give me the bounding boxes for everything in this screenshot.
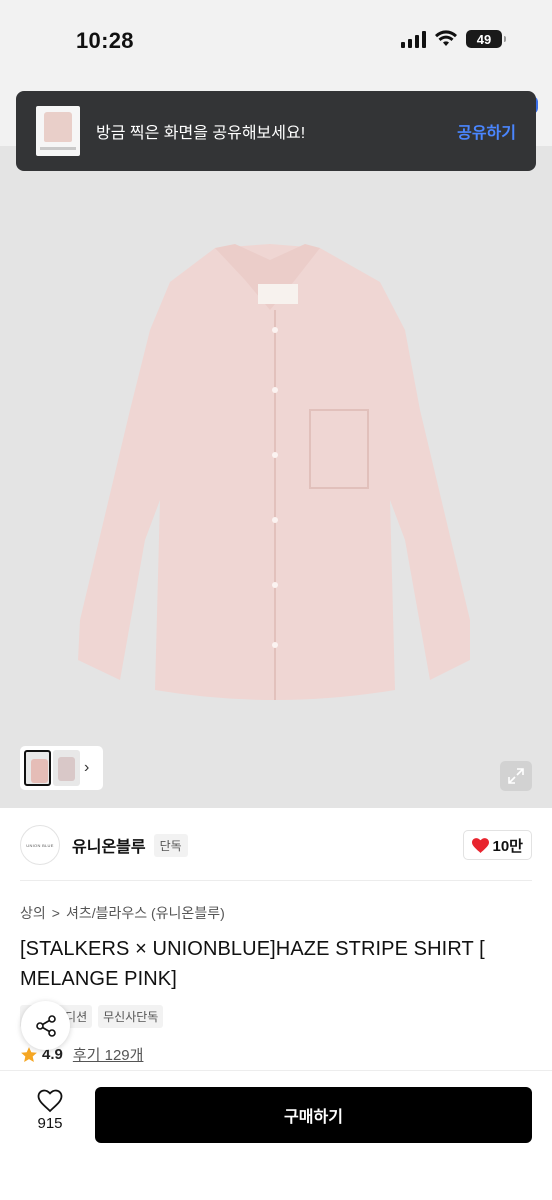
breadcrumb: 상의 > 셔츠/블라우스 (유니온블루) bbox=[20, 903, 225, 923]
status-icons: 49 bbox=[401, 30, 506, 48]
thumbnail-1[interactable] bbox=[24, 750, 51, 786]
share-toast: 방금 찍은 화면을 공유해보세요! 공유하기 bbox=[16, 91, 536, 171]
brand-logo[interactable]: UNION BLUE bbox=[20, 825, 60, 865]
product-title: [STALKERS × UNIONBLUE]HAZE STRIPE SHIRT … bbox=[20, 938, 485, 990]
product-image-gallery[interactable]: › bbox=[0, 90, 552, 808]
bottom-purchase-bar: 915 구매하기 bbox=[0, 1070, 552, 1200]
wishlist-count: 915 bbox=[37, 1115, 63, 1132]
share-icon bbox=[35, 1014, 56, 1037]
battery-icon: 49 bbox=[466, 30, 506, 48]
wifi-icon bbox=[435, 30, 457, 46]
review-count-link[interactable]: 후기 129개 bbox=[73, 1044, 144, 1065]
image-thumbnail-strip[interactable]: › bbox=[20, 746, 103, 790]
expand-icon bbox=[508, 768, 524, 784]
breadcrumb-separator-icon: > bbox=[51, 905, 60, 921]
expand-image-button[interactable] bbox=[500, 761, 532, 791]
brand-like-button[interactable]: 10만 bbox=[462, 830, 532, 860]
status-time: 10:28 bbox=[76, 28, 134, 53]
wishlist-button[interactable]: 915 bbox=[22, 1089, 78, 1132]
divider bbox=[20, 880, 532, 881]
breadcrumb-item-shirts[interactable]: 셔츠/블라우스 (유니온블루) bbox=[66, 903, 225, 923]
share-action-button[interactable]: 공유하기 bbox=[457, 119, 516, 143]
breadcrumb-item-top[interactable]: 상의 bbox=[20, 903, 46, 923]
share-button[interactable] bbox=[21, 1001, 70, 1050]
product-image-shirt bbox=[78, 244, 470, 700]
toast-message: 방금 찍은 화면을 공유해보세요! bbox=[96, 125, 306, 142]
tag-musinsa-exclusive: 무신사단독 bbox=[98, 1005, 164, 1028]
heart-filled-icon bbox=[471, 837, 489, 853]
brand-name[interactable]: 유니온블루 bbox=[72, 833, 146, 857]
status-bar: 10:28 49 bbox=[0, 0, 552, 90]
brand-like-count: 10만 bbox=[492, 837, 524, 855]
buy-button[interactable]: 구매하기 bbox=[95, 1087, 532, 1143]
screenshot-thumbnail bbox=[36, 106, 80, 156]
cellular-signal-icon bbox=[401, 30, 426, 48]
heart-outline-icon bbox=[37, 1089, 63, 1113]
chevron-right-icon[interactable]: › bbox=[84, 759, 89, 777]
thumbnail-2[interactable] bbox=[53, 750, 80, 786]
brand-row: UNION BLUE 유니온블루 단독 10만 bbox=[20, 825, 532, 865]
brand-exclusive-badge: 단독 bbox=[153, 833, 188, 857]
